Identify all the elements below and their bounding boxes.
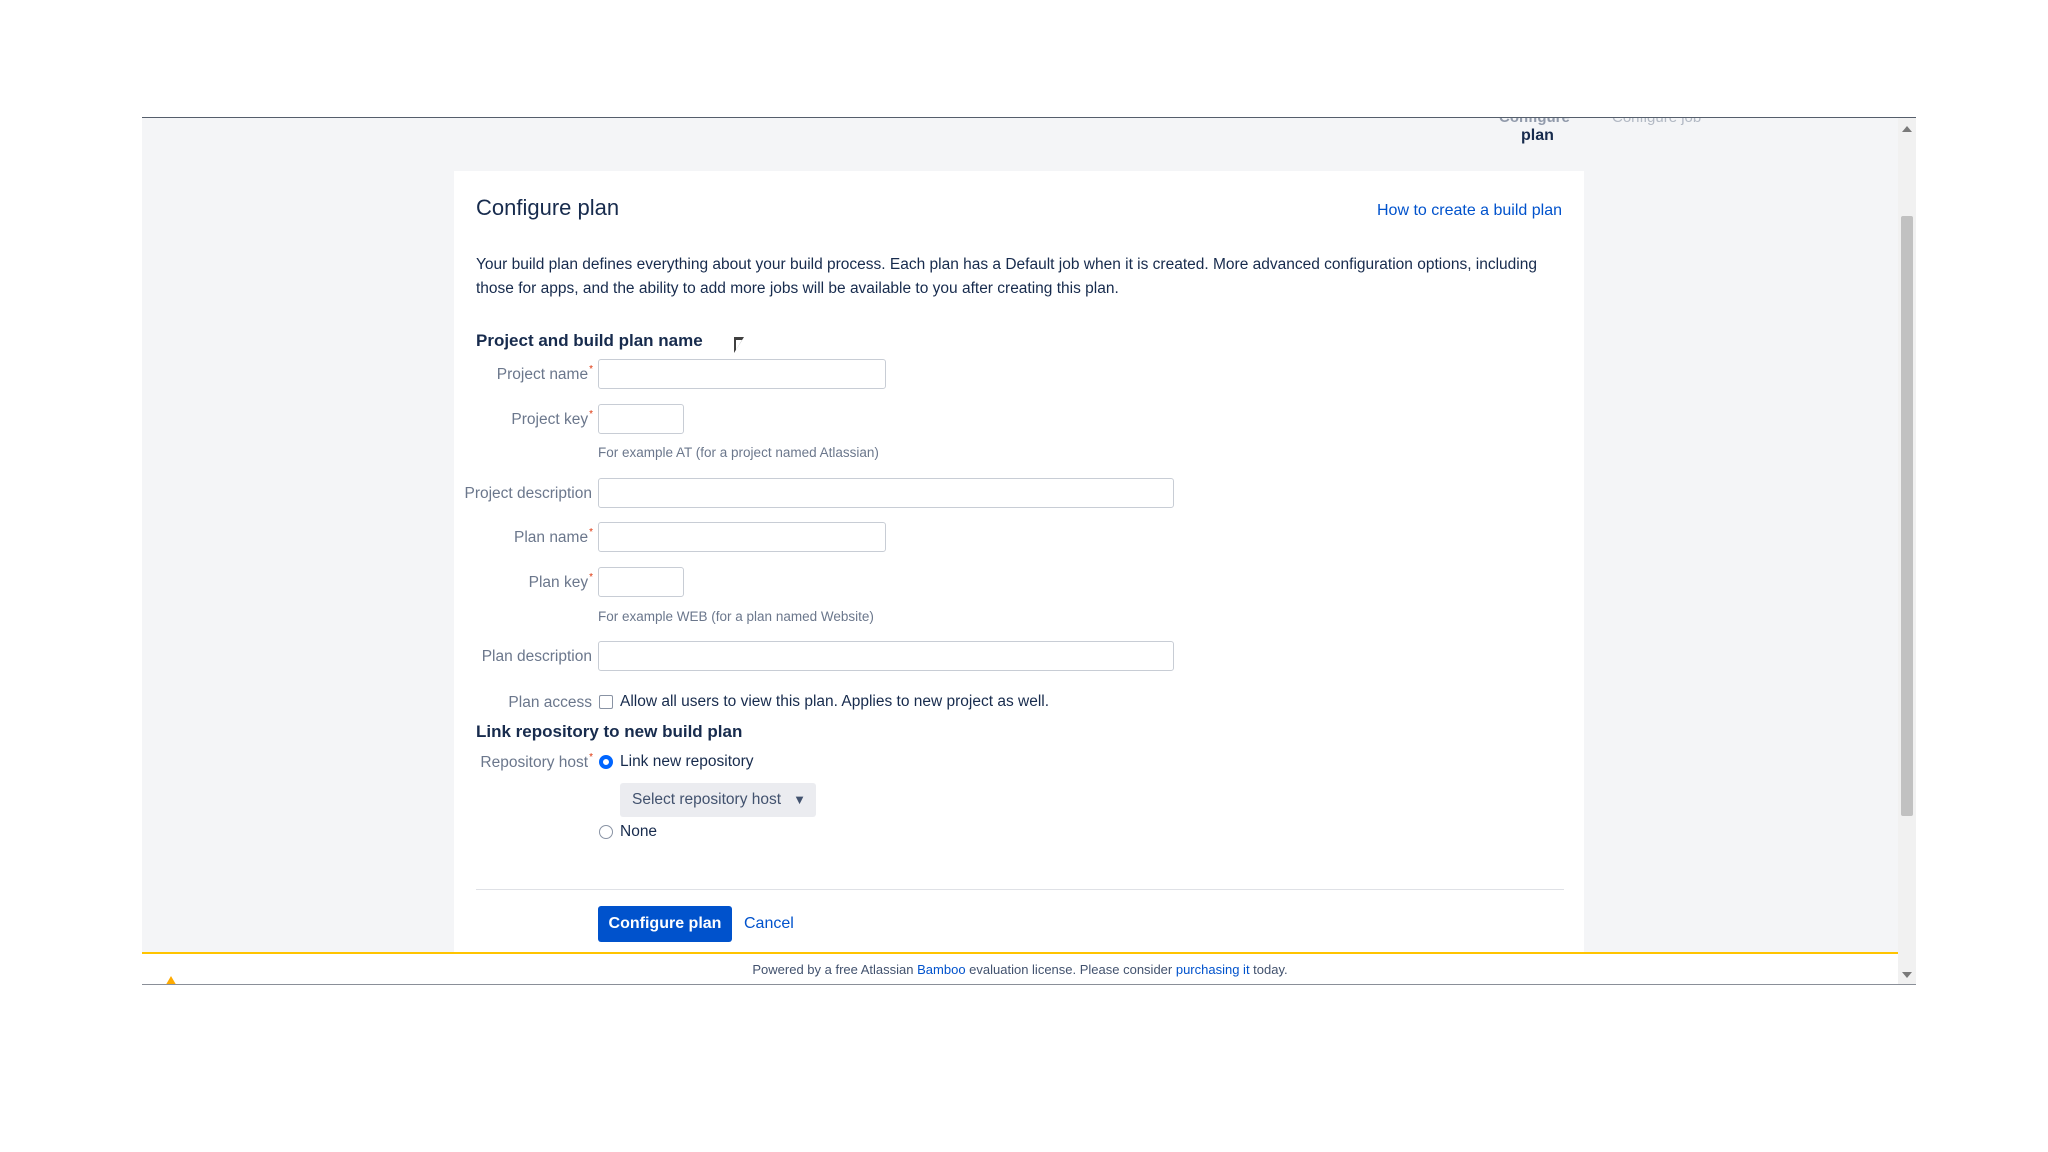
wizard-step-current: plan bbox=[1521, 127, 1554, 144]
purchasing-link[interactable]: purchasing it bbox=[1176, 962, 1250, 977]
browser-viewport: Configure Configure job plan Configure p… bbox=[142, 117, 1916, 985]
intro-text: Your build plan defines everything about… bbox=[476, 256, 1537, 297]
footer-text-3: today. bbox=[1249, 962, 1288, 977]
chevron-down-icon: ▼ bbox=[793, 792, 806, 807]
plan-key-hint: For example WEB (for a plan named Websit… bbox=[598, 609, 874, 624]
configure-plan-button[interactable]: Configure plan bbox=[598, 906, 732, 942]
required-mark: * bbox=[589, 364, 593, 375]
bamboo-link[interactable]: Bamboo bbox=[917, 962, 965, 977]
plan-key-input[interactable] bbox=[598, 567, 684, 597]
required-mark: * bbox=[589, 572, 593, 583]
form-divider bbox=[476, 889, 1564, 890]
plan-key-label: Plan key* bbox=[454, 572, 593, 592]
cancel-link[interactable]: Cancel bbox=[744, 915, 794, 933]
plan-access-label: Plan access bbox=[508, 694, 592, 711]
footer-license-banner: Powered by a free Atlassian Bamboo evalu… bbox=[142, 952, 1898, 984]
required-mark: * bbox=[589, 409, 593, 420]
none-label: None bbox=[620, 823, 658, 840]
footer-text-2: evaluation license. Please consider bbox=[965, 962, 1176, 977]
warning-icon bbox=[164, 976, 178, 984]
project-key-hint: For example AT (for a project named Atla… bbox=[598, 445, 879, 460]
project-description-label: Project description bbox=[464, 485, 592, 502]
plan-name-input[interactable] bbox=[598, 522, 886, 552]
configure-plan-panel: Configure plan How to create a build pla… bbox=[454, 171, 1584, 984]
wizard-step-configure-job: Configure job bbox=[1612, 117, 1702, 126]
section-title-repository: Link repository to new build plan bbox=[476, 722, 743, 741]
vertical-scrollbar[interactable] bbox=[1898, 118, 1916, 984]
link-new-repository-label: Link new repository bbox=[620, 753, 754, 770]
plan-access-text: Allow all users to view this plan. Appli… bbox=[620, 693, 1050, 710]
repository-host-label: Repository host* bbox=[454, 752, 593, 772]
select-repository-host-label: Select repository host bbox=[632, 791, 782, 808]
scroll-up-arrow-icon[interactable] bbox=[1902, 126, 1912, 132]
plan-key-label-text: Plan key bbox=[528, 574, 589, 591]
footer-text-1: Powered by a free Atlassian bbox=[752, 962, 918, 977]
project-name-input[interactable] bbox=[598, 359, 886, 389]
plan-description-label: Plan description bbox=[481, 648, 592, 665]
scroll-down-arrow-icon[interactable] bbox=[1902, 972, 1912, 978]
select-repository-host-dropdown[interactable]: Select repository host ▼ bbox=[620, 783, 816, 817]
page-title: Configure plan bbox=[476, 195, 620, 220]
project-name-label-text: Project name bbox=[496, 366, 589, 383]
project-description-input[interactable] bbox=[598, 478, 1174, 508]
mouse-cursor-inner bbox=[736, 340, 742, 350]
scrollbar-thumb[interactable] bbox=[1901, 216, 1913, 816]
project-key-label-text: Project key bbox=[511, 411, 589, 428]
required-mark: * bbox=[589, 527, 593, 538]
plan-access-checkbox[interactable] bbox=[599, 695, 613, 709]
wizard-step-configure: Configure bbox=[1499, 117, 1570, 126]
wizard-steps: Configure Configure job plan bbox=[1362, 118, 1762, 154]
project-key-label: Project key* bbox=[454, 409, 593, 429]
none-radio[interactable] bbox=[599, 825, 613, 839]
plan-description-input[interactable] bbox=[598, 641, 1174, 671]
required-mark: * bbox=[589, 752, 593, 763]
link-new-repository-radio[interactable] bbox=[599, 755, 613, 769]
repository-host-label-text: Repository host bbox=[480, 754, 589, 771]
project-name-label: Project name* bbox=[454, 364, 593, 384]
help-link[interactable]: How to create a build plan bbox=[1377, 202, 1562, 220]
plan-name-label: Plan name* bbox=[454, 527, 593, 547]
section-title-project: Project and build plan name bbox=[476, 331, 703, 350]
project-key-input[interactable] bbox=[598, 404, 684, 434]
plan-name-label-text: Plan name bbox=[513, 529, 589, 546]
